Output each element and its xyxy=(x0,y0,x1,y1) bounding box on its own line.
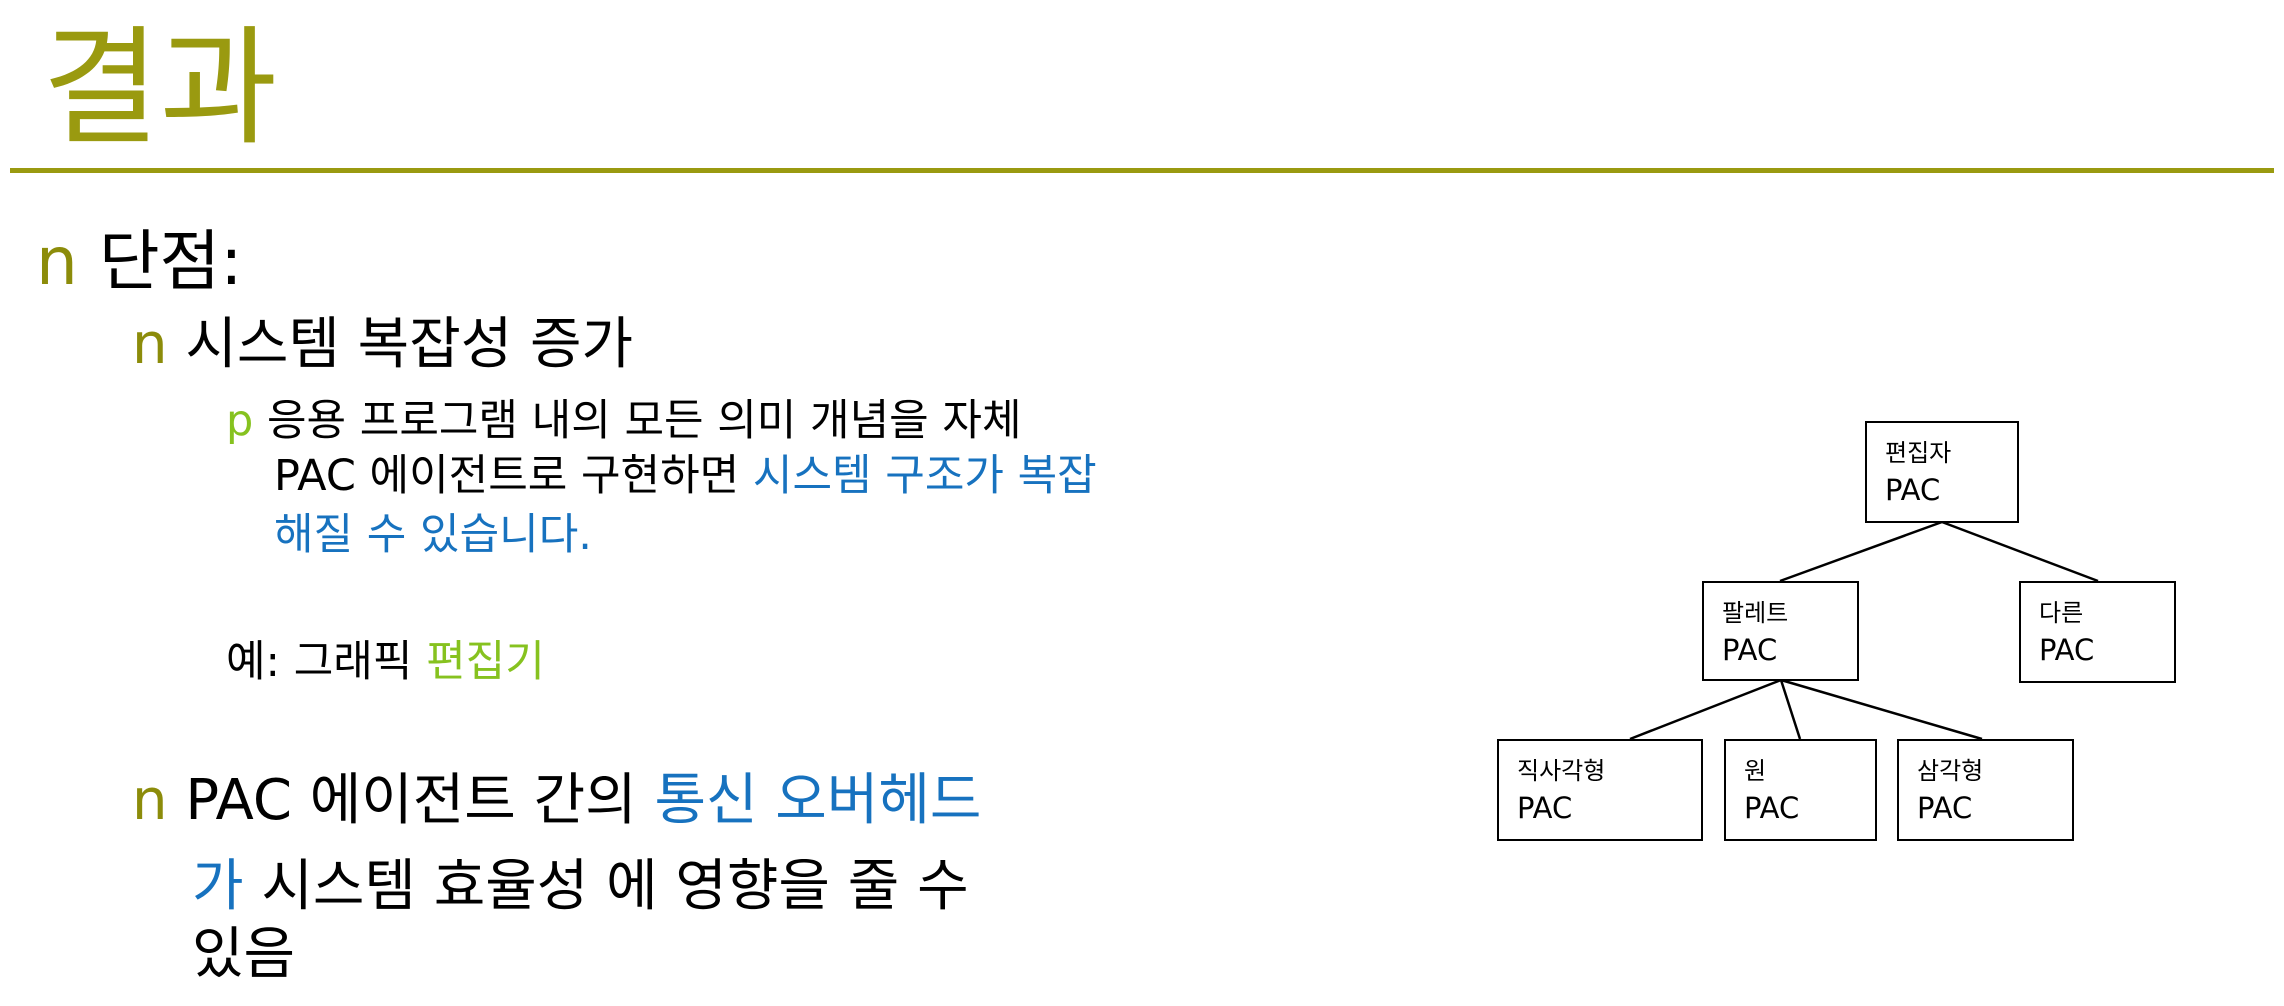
sub-bullet-text: 응용 프로그램 내의 모든 의미 개념을 자체 xyxy=(266,396,1022,446)
node-label: 삼각형 xyxy=(1917,757,1984,785)
bullet-text: 시스템 복잡성 증가 xyxy=(185,312,634,377)
bullet-text: 단점: xyxy=(98,223,243,300)
example-highlight: 편집기 xyxy=(426,637,545,687)
node-sub: PAC xyxy=(1917,791,1973,825)
example-text: 예: 그래픽 xyxy=(226,637,413,687)
bullet-item-overhead-line-3: 있음 xyxy=(192,922,296,987)
bullet-text: PAC 에이전트 간의 xyxy=(185,768,637,833)
node-sub: PAC xyxy=(1885,473,1941,507)
bullet-text: 시스템 효율성 에 영향을 줄 수 xyxy=(261,854,969,919)
bullet-marker: n xyxy=(132,312,168,377)
node-label: 다른 xyxy=(2039,599,2084,627)
sub-bullet-line-1: p 응용 프로그램 내의 모든 의미 개념을 자체 xyxy=(226,393,1022,449)
bullet-highlight: 가 xyxy=(192,854,244,919)
connector-palette-triangle xyxy=(1780,678,1983,741)
connector-editor-other xyxy=(1941,520,2099,583)
bullet-item-overhead-line-2: 가 시스템 효율성 에 영향을 줄 수 xyxy=(192,852,969,922)
bullet-marker: n xyxy=(132,768,168,833)
pac-node-rectangle: 직사각형 PAC xyxy=(1497,739,1703,841)
bullet-marker: n xyxy=(36,223,78,300)
connector-palette-circle xyxy=(1779,679,1802,740)
node-label: 팔레트 xyxy=(1722,599,1789,627)
pac-node-triangle: 삼각형 PAC xyxy=(1897,739,2074,841)
bullet-item-overhead-line-1: n PAC 에이전트 간의 통신 오버헤드 xyxy=(132,766,981,836)
node-label: 원 xyxy=(1744,757,1767,785)
connector-editor-palette xyxy=(1779,520,1943,583)
pac-node-other: 다른 PAC xyxy=(2019,581,2176,683)
pac-node-circle: 원 PAC xyxy=(1724,739,1877,841)
sub-bullet-marker: p xyxy=(226,396,254,446)
node-sub: PAC xyxy=(2039,633,2095,667)
example-line: 예: 그래픽 편집기 xyxy=(226,634,545,690)
node-sub: PAC xyxy=(1744,791,1800,825)
bullet-highlight: 통신 오버헤드 xyxy=(654,768,982,833)
sub-bullet-highlight: 시스템 구조가 복잡 xyxy=(752,451,1097,501)
node-label: 직사각형 xyxy=(1517,757,1606,785)
sub-bullet-line-3: 해질 수 있습니다. xyxy=(274,510,592,560)
sub-bullet-line-2: PAC 에이전트로 구현하면 시스템 구조가 복잡 xyxy=(274,448,1097,504)
sub-bullet-text: PAC 에이전트로 구현하면 xyxy=(274,451,740,501)
node-sub: PAC xyxy=(1722,633,1778,667)
slide-title: 결과 xyxy=(42,14,278,163)
title-underline xyxy=(10,168,2274,173)
bullet-item-disadvantages: n 단점: xyxy=(36,222,243,302)
node-label: 편집자 xyxy=(1885,439,1952,467)
node-sub: PAC xyxy=(1517,791,1573,825)
connector-palette-rectangle xyxy=(1629,678,1782,741)
pac-node-palette: 팔레트 PAC xyxy=(1702,581,1859,681)
bullet-item-complexity: n 시스템 복잡성 증가 xyxy=(132,310,633,380)
pac-node-editor: 편집자 PAC xyxy=(1865,421,2019,523)
